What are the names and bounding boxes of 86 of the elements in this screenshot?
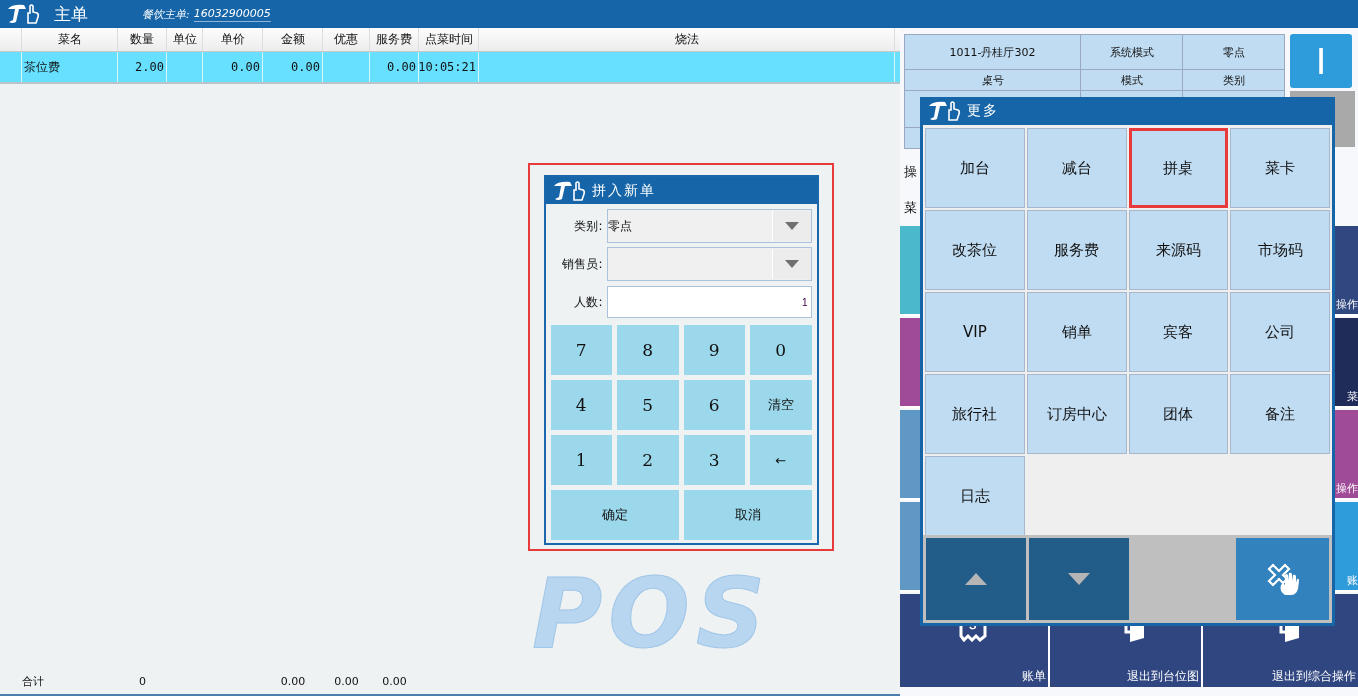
menu-item[interactable]: 宾客 xyxy=(1128,292,1229,372)
keypad-key[interactable]: 1 xyxy=(550,435,612,485)
column-header: 单位 xyxy=(172,31,197,48)
tile-label: 操作 xyxy=(1336,297,1358,312)
column-header: 点菜时间 xyxy=(424,31,473,48)
action-tile[interactable]: 操作 xyxy=(1334,226,1358,316)
table-cell: 10:05:21 xyxy=(418,60,476,74)
total-value: 0.00 xyxy=(279,674,307,688)
keypad-key[interactable]: ← xyxy=(750,435,812,485)
column-header: 服务费 xyxy=(376,31,412,48)
menu-item[interactable]: VIP xyxy=(925,292,1025,372)
field-label: 类别: xyxy=(573,217,604,235)
order-number: 16032900005 xyxy=(193,6,271,22)
keypad-key[interactable]: 3 xyxy=(683,435,745,485)
keypad-key[interactable]: 7 xyxy=(550,325,612,375)
column-header: 金额 xyxy=(280,31,305,48)
table-cell: 0.00 xyxy=(291,60,320,74)
info-label: 模式 xyxy=(1081,70,1182,90)
order-label: 餐饮主单: xyxy=(142,6,190,22)
pos-logo: POS xyxy=(532,566,772,662)
total-value: 0.00 xyxy=(381,674,408,688)
menu-item[interactable]: 团体 xyxy=(1128,374,1229,454)
keypad-key[interactable]: 0 xyxy=(750,325,812,375)
caret-icon xyxy=(784,260,799,268)
menu-item[interactable]: 减台 xyxy=(1026,128,1127,208)
menu-item[interactable]: 销单 xyxy=(1026,292,1127,372)
menu-item[interactable]: 加台 xyxy=(925,128,1025,208)
menu-item[interactable]: 来源码 xyxy=(1128,210,1229,290)
keypad-key[interactable]: 4 xyxy=(550,380,612,430)
menu-item[interactable]: 公司 xyxy=(1230,292,1330,372)
keypad-key[interactable]: 6 xyxy=(683,380,745,430)
logo-icon xyxy=(927,100,961,122)
keypad-key[interactable]: 9 xyxy=(683,325,745,375)
field-label: 销售员: xyxy=(561,255,604,273)
menu-item[interactable]: 拼桌 xyxy=(1128,128,1229,208)
window-title: 主单 xyxy=(54,2,88,26)
info-label: 桌号 xyxy=(905,70,1080,90)
menu-item[interactable]: 菜卡 xyxy=(1230,128,1330,208)
table-cell: 0.00 xyxy=(231,60,260,74)
total-value: 0 xyxy=(138,674,147,688)
table-cell: 茶位费 xyxy=(24,58,60,76)
info-value: 系统模式 xyxy=(1081,35,1182,69)
menu-item[interactable]: 订房中心 xyxy=(1026,374,1127,454)
dialog-title: 拼入新单 xyxy=(591,181,656,200)
tile-label: 账 xyxy=(1347,573,1358,588)
select-field[interactable]: 零点 xyxy=(606,209,812,243)
caret-icon xyxy=(784,222,799,230)
column-header: 单价 xyxy=(220,31,245,48)
column-header: 菜名 xyxy=(57,31,82,48)
keypad-key[interactable]: 取消 xyxy=(683,490,812,540)
action-tile[interactable]: 操作 xyxy=(1334,410,1358,500)
info-label: 类别 xyxy=(1183,70,1284,90)
tile-label: 菜 xyxy=(1347,389,1358,404)
field-label: 人数: xyxy=(573,293,604,311)
info-value: 1011-丹桂厅302 xyxy=(905,35,1080,69)
info-value: 零点 xyxy=(1183,35,1284,69)
menu-item[interactable]: 备注 xyxy=(1230,374,1330,454)
logo-icon xyxy=(6,3,40,25)
tile-label: 操作 xyxy=(1336,481,1358,496)
column-header: 优惠 xyxy=(334,31,358,48)
nav-button[interactable] xyxy=(1236,538,1329,620)
input-field[interactable]: 1 xyxy=(606,286,812,318)
keypad-key[interactable]: 2 xyxy=(617,435,679,485)
side-label: 菜 xyxy=(904,199,917,217)
up-arrow-icon xyxy=(965,573,987,585)
column-header: 数量 xyxy=(130,31,154,48)
keypad-key[interactable]: 8 xyxy=(617,325,679,375)
menu-item[interactable]: 旅行社 xyxy=(925,374,1025,454)
keypad-key[interactable]: 清空 xyxy=(750,380,812,430)
menu-item[interactable]: 市场码 xyxy=(1230,210,1330,290)
action-tile[interactable]: 菜 xyxy=(1334,318,1358,408)
down-arrow-icon xyxy=(1068,573,1090,585)
keypad-key[interactable]: 确定 xyxy=(550,490,679,540)
column-header: 烧法 xyxy=(674,31,699,48)
side-label: 操 xyxy=(904,163,917,181)
menu-item[interactable]: 改茶位 xyxy=(925,210,1025,290)
total-value: 0.00 xyxy=(333,674,360,688)
menu-item[interactable]: 服务费 xyxy=(1026,210,1127,290)
menu-item[interactable]: 日志 xyxy=(925,456,1025,536)
select-field[interactable] xyxy=(606,247,812,281)
table-cell: 2.00 xyxy=(135,60,164,74)
dialog-title: 更多 xyxy=(967,102,999,120)
table-row[interactable]: 茶位费 2.00 0.00 0.00 0.00 10:05:21 xyxy=(0,52,900,84)
keypad-key[interactable]: 5 xyxy=(617,380,679,430)
total-label: 合计 xyxy=(22,673,45,689)
table-cell: 0.00 xyxy=(387,60,416,74)
